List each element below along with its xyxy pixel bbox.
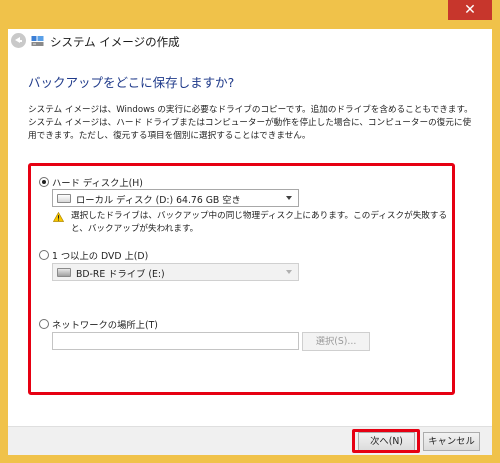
window-frame-bottom — [0, 455, 500, 463]
page-heading: バックアップをどこに保存しますか? — [28, 75, 235, 90]
next-button-highlight — [352, 429, 420, 453]
window-title: システム イメージの作成 — [50, 35, 180, 49]
window-frame-right — [492, 0, 500, 463]
close-icon: ✕ — [464, 2, 476, 18]
dialog-client-area: システム イメージの作成 バックアップをどこに保存しますか? システム イメージ… — [8, 29, 492, 455]
dialog-button-bar: 次へ(N) キャンセル — [8, 426, 492, 455]
destination-highlight-box — [28, 163, 455, 395]
cancel-button[interactable]: キャンセル — [423, 432, 480, 451]
page-description: システム イメージは、Windows の実行に必要なドライブのコピーです。追加の… — [28, 105, 473, 141]
navigation-row: システム イメージの作成 — [8, 29, 492, 54]
close-button[interactable]: ✕ — [448, 0, 492, 20]
back-arrow-icon[interactable] — [11, 33, 26, 48]
system-image-icon — [31, 36, 44, 46]
window-frame-left — [0, 0, 8, 463]
title-bar — [0, 0, 500, 29]
